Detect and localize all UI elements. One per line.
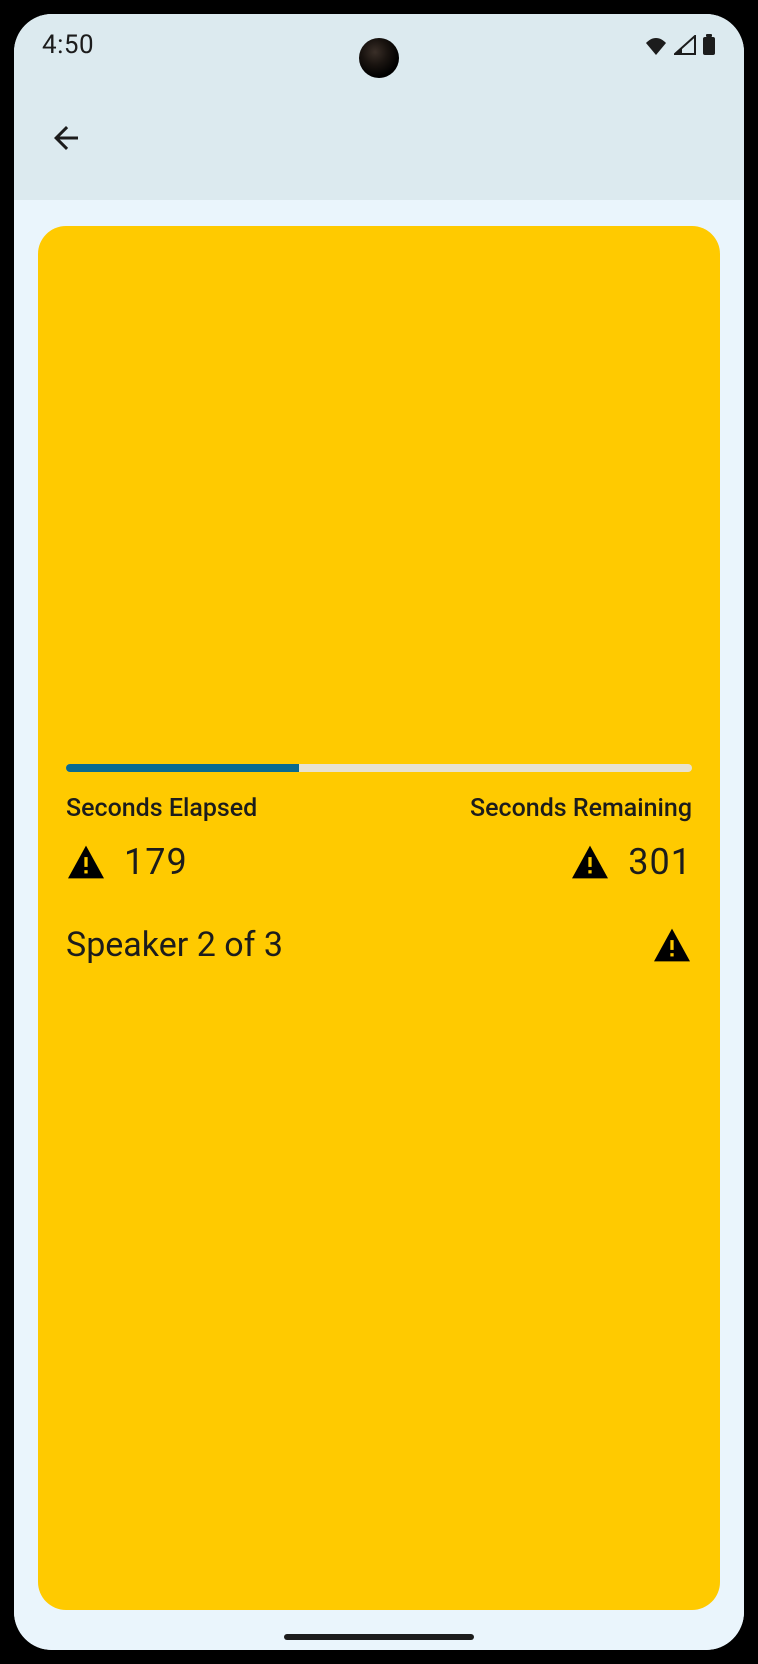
- remaining-group: 301: [570, 841, 692, 883]
- app-bar: [14, 76, 744, 200]
- camera-cutout: [359, 38, 399, 78]
- speaker-text: Speaker 2 of 3: [66, 925, 283, 965]
- elapsed-label: Seconds Elapsed: [66, 794, 257, 823]
- content-area: Seconds Elapsed Seconds Remaining 179: [14, 200, 744, 1650]
- device-frame: 4:50: [0, 0, 758, 1664]
- cell-signal-icon: [674, 35, 696, 55]
- remaining-value: 301: [628, 841, 692, 883]
- warning-icon: [66, 844, 106, 880]
- elapsed-value: 179: [124, 841, 188, 883]
- battery-icon: [702, 34, 716, 56]
- warning-icon: [570, 844, 610, 880]
- nav-handle[interactable]: [284, 1634, 474, 1640]
- status-time: 4:50: [42, 30, 94, 60]
- elapsed-group: 179: [66, 841, 188, 883]
- card-upper-space: [66, 254, 692, 754]
- status-icons: [644, 34, 716, 56]
- warning-icon: [652, 927, 692, 963]
- card-lower-space: [66, 965, 692, 1582]
- speaker-row: Speaker 2 of 3: [66, 925, 692, 965]
- timer-card[interactable]: Seconds Elapsed Seconds Remaining 179: [38, 226, 720, 1610]
- arrow-back-icon: [48, 120, 84, 156]
- progress-fill: [66, 764, 299, 772]
- remaining-label: Seconds Remaining: [470, 794, 692, 823]
- values-row: 179 301: [66, 841, 692, 883]
- progress-bar[interactable]: [66, 764, 692, 772]
- back-button[interactable]: [44, 116, 88, 160]
- screen: 4:50: [14, 14, 744, 1650]
- labels-row: Seconds Elapsed Seconds Remaining: [66, 794, 692, 823]
- wifi-icon: [644, 35, 668, 55]
